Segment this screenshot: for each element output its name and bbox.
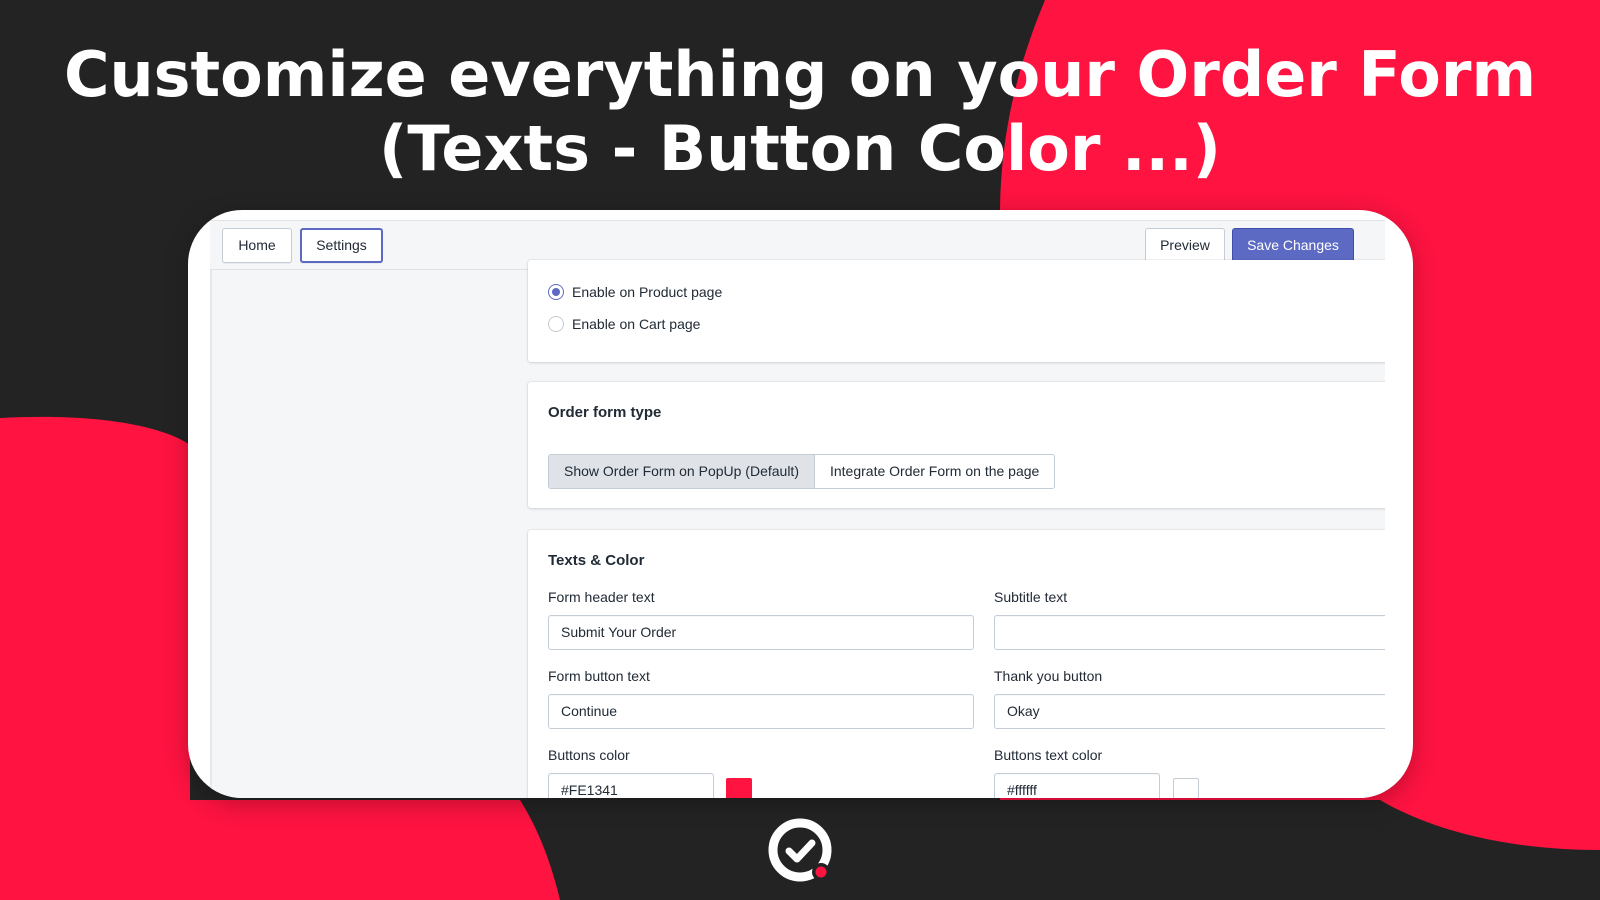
radio-button-checked[interactable] (548, 284, 564, 300)
card-title: Texts & Color (548, 552, 645, 569)
buttons-text-color-swatch[interactable] (1173, 778, 1199, 798)
texts-color-card: Texts & Color Form header text Submit Yo… (528, 530, 1385, 798)
buttons-color-input[interactable]: #FE1341 (548, 773, 714, 798)
preview-button[interactable]: Preview (1145, 228, 1225, 263)
headline: Customize everything on your Order Form … (0, 38, 1600, 186)
placement-card: Enable on Product page Enable on Cart pa… (528, 260, 1385, 362)
headline-line-2: (Texts - Button Color ...) (379, 112, 1221, 185)
app-window: Home Settings Preview Save Changes Enabl… (210, 220, 1385, 798)
device-frame: Home Settings Preview Save Changes Enabl… (188, 210, 1413, 798)
radio-cart-page[interactable]: Enable on Cart page (548, 314, 700, 334)
save-changes-button[interactable]: Save Changes (1232, 228, 1354, 263)
form-header-label: Form header text (548, 589, 655, 605)
headline-line-1: Customize everything on your Order Form (63, 38, 1537, 111)
radio-label: Enable on Product page (572, 284, 723, 300)
buttons-text-color-input[interactable]: #ffffff (994, 773, 1160, 798)
form-button-input[interactable]: Continue (548, 694, 974, 729)
settings-button[interactable]: Settings (300, 228, 383, 263)
popup-option-button[interactable]: Show Order Form on PopUp (Default) (549, 455, 815, 488)
order-form-type-card: Order form type Show Order Form on PopUp… (528, 382, 1385, 508)
form-header-input[interactable]: Submit Your Order (548, 615, 974, 650)
card-title: Order form type (548, 404, 662, 421)
check-circle-logo-icon (768, 818, 832, 882)
buttons-color-swatch[interactable] (726, 778, 752, 798)
radio-label: Enable on Cart page (572, 316, 701, 332)
buttons-color-label: Buttons color (548, 747, 630, 763)
thank-you-label: Thank you button (994, 668, 1103, 684)
subtitle-input[interactable] (994, 615, 1385, 650)
left-edge (210, 270, 212, 798)
thank-you-input[interactable]: Okay (994, 694, 1385, 729)
buttons-text-color-label: Buttons text color (994, 747, 1103, 763)
subtitle-label: Subtitle text (994, 589, 1068, 605)
integrate-option-button[interactable]: Integrate Order Form on the page (814, 455, 1055, 488)
radio-button[interactable] (548, 316, 564, 332)
form-button-label: Form button text (548, 668, 650, 684)
radio-product-page[interactable]: Enable on Product page (548, 282, 722, 302)
form-type-segmented-control: Show Order Form on PopUp (Default) Integ… (548, 454, 1056, 489)
home-button[interactable]: Home (222, 228, 292, 263)
